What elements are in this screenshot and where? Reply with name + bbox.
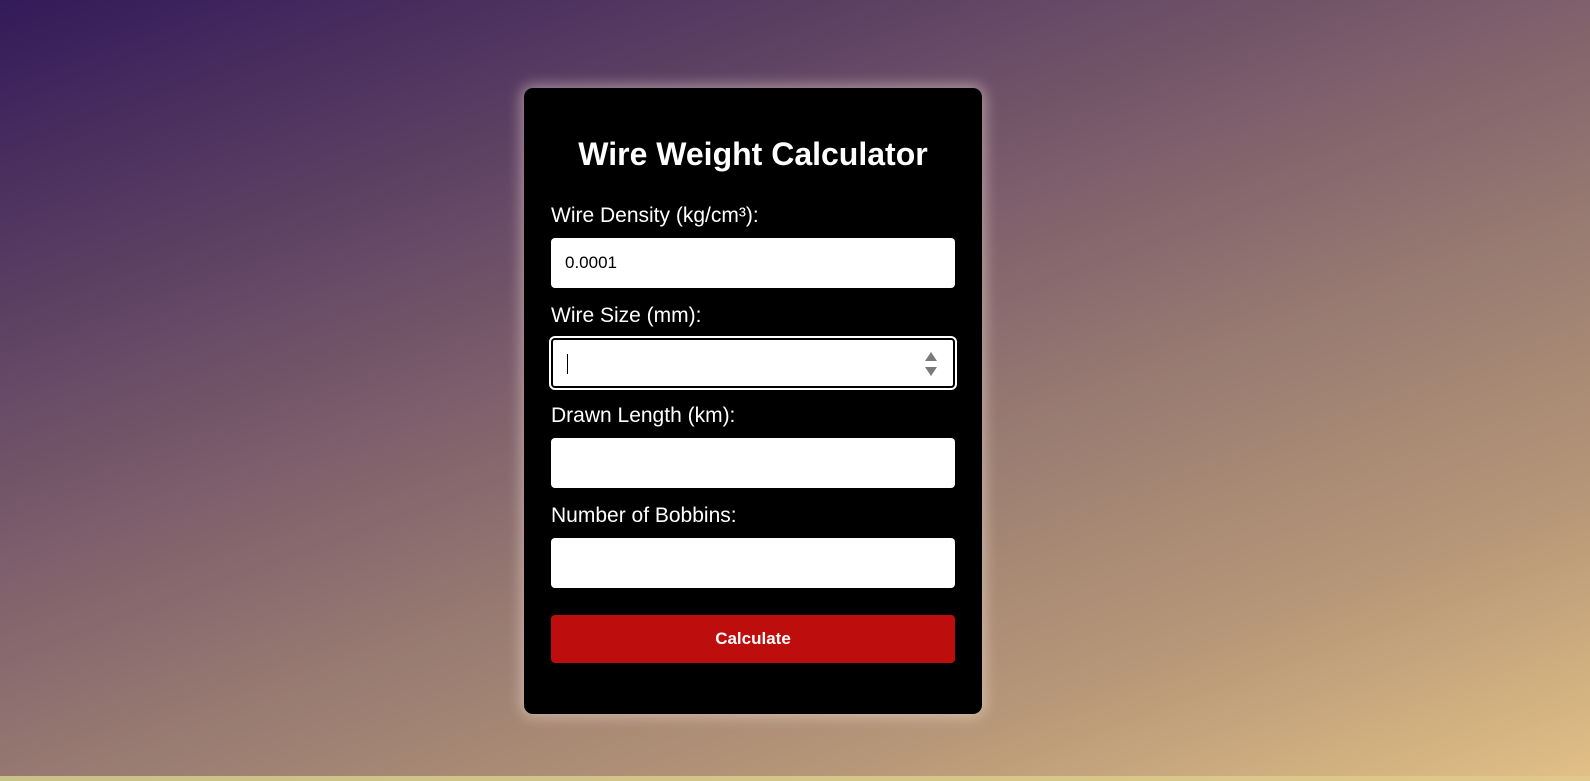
size-label: Wire Size (mm):: [551, 304, 702, 327]
length-input-box[interactable]: [551, 438, 955, 488]
spinner-arrows-icon[interactable]: [925, 352, 937, 376]
calculator-card: Wire Weight Calculator Wire Density (kg/…: [524, 88, 982, 714]
page-title: Wire Weight Calculator: [578, 136, 928, 172]
size-input[interactable]: [553, 340, 953, 386]
density-label: Wire Density (kg/cm³):: [551, 204, 759, 227]
spinner-up-icon[interactable]: [925, 352, 937, 361]
density-field: Wire Density (kg/cm³):: [551, 202, 955, 288]
bobbins-input-box[interactable]: [551, 538, 955, 588]
length-field: Drawn Length (km):: [551, 402, 955, 488]
bobbins-field: Number of Bobbins:: [551, 502, 955, 588]
calculate-button[interactable]: Calculate: [551, 615, 955, 663]
size-field: Wire Size (mm):: [549, 302, 957, 390]
bobbins-label: Number of Bobbins:: [551, 504, 737, 527]
length-input[interactable]: [551, 438, 955, 488]
density-input-box[interactable]: [551, 238, 955, 288]
text-caret: [567, 354, 568, 374]
length-label: Drawn Length (km):: [551, 404, 736, 427]
bottom-strip: [0, 776, 1590, 781]
size-input-box[interactable]: [549, 336, 957, 390]
spinner-down-icon[interactable]: [925, 367, 937, 376]
density-input[interactable]: [551, 238, 955, 288]
bobbins-input[interactable]: [551, 538, 955, 588]
